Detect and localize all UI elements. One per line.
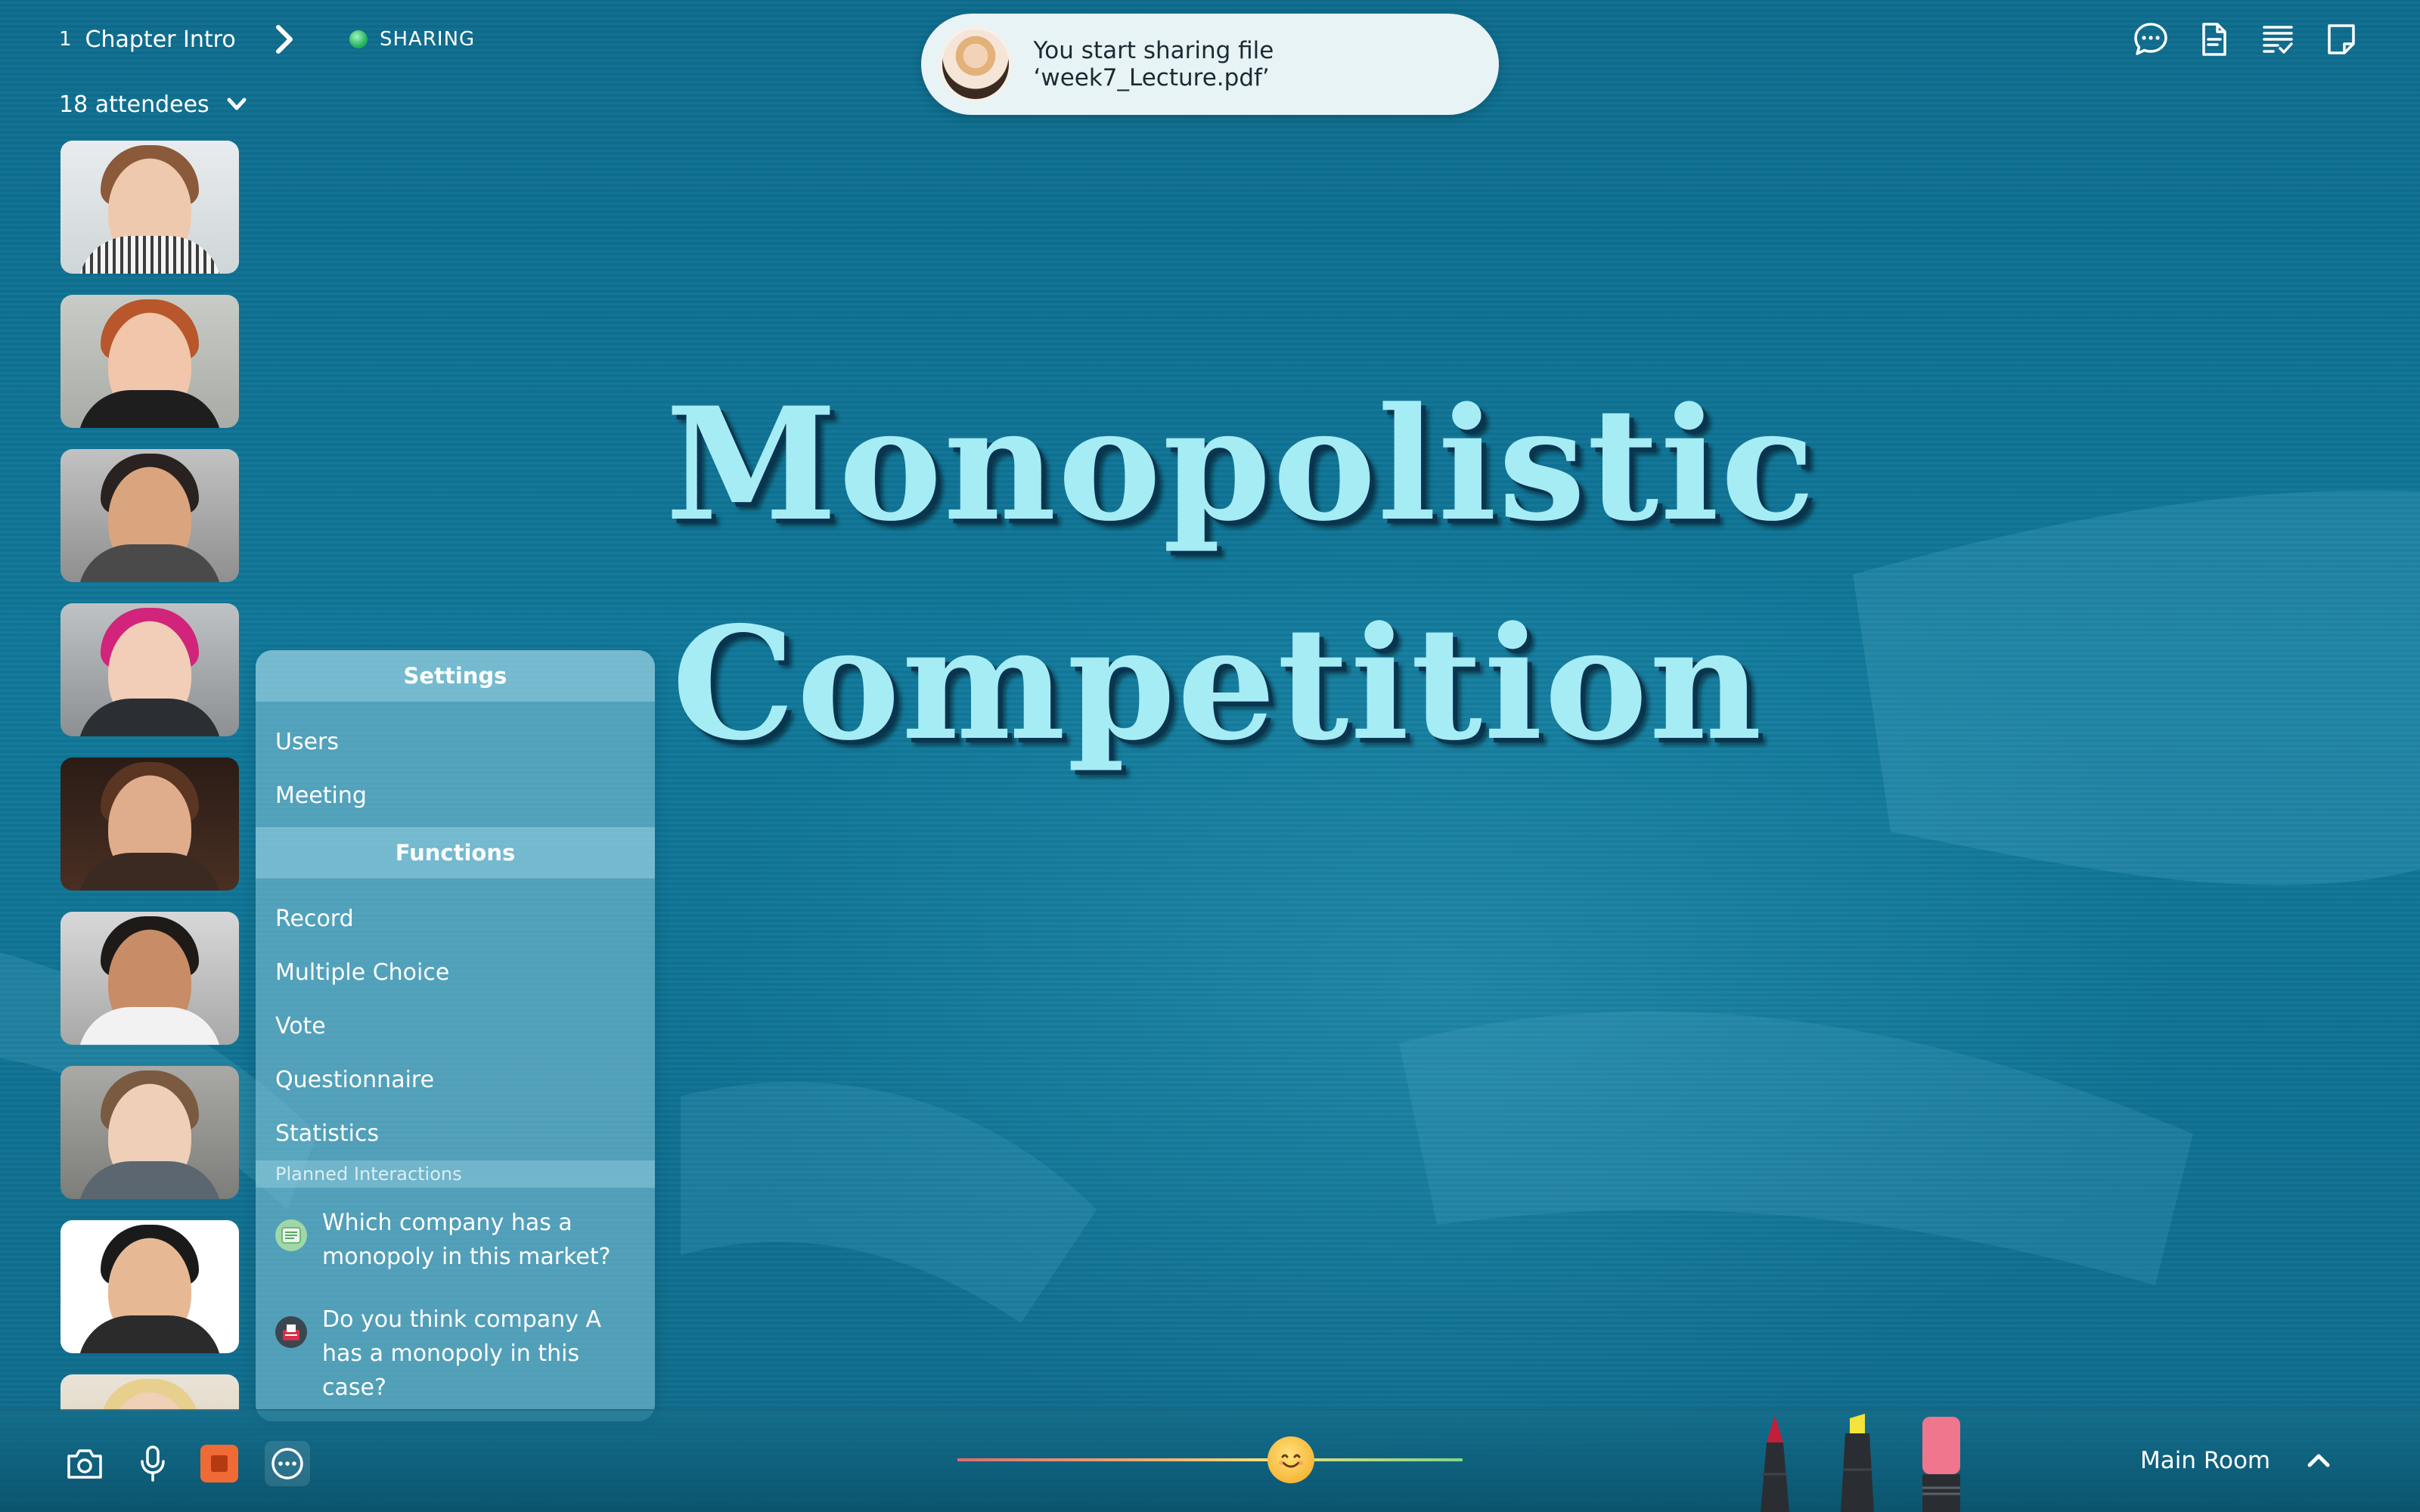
menu-item-record[interactable]: Record [256, 892, 655, 946]
chapter-nav[interactable]: 1 Chapter Intro [59, 23, 299, 56]
attendees-dropdown[interactable]: 18 attendees [59, 88, 249, 121]
record-button[interactable] [200, 1445, 238, 1483]
sharing-dot-icon [349, 30, 368, 48]
menu-item-meeting[interactable]: Meeting [256, 769, 655, 823]
yellow-highlighter-icon[interactable] [1835, 1414, 1882, 1512]
slide-title-line-2: Competition [672, 593, 1764, 775]
attendee-tile[interactable] [60, 758, 239, 891]
menu-item-statistics[interactable]: Statistics [256, 1107, 655, 1160]
attendee-tile[interactable] [60, 603, 239, 736]
camera-icon[interactable] [62, 1441, 107, 1486]
sharing-status: SHARING [349, 24, 475, 54]
menu-item-vote[interactable]: Vote [256, 999, 655, 1053]
sharing-toast: You start sharing file ‘week7_Lecture.pd… [921, 14, 1499, 115]
avatar [939, 26, 1013, 102]
list-icon [275, 1219, 307, 1251]
note-icon[interactable] [2323, 21, 2360, 57]
functions-heading: Functions [256, 827, 655, 878]
chapter-number: 1 [59, 28, 72, 51]
smile-emoji-icon[interactable] [1267, 1436, 1314, 1483]
more-button[interactable] [265, 1441, 310, 1486]
chevron-right-icon[interactable] [269, 23, 299, 56]
document-icon[interactable] [2196, 21, 2232, 57]
menu-item-questionnaire[interactable]: Questionnaire [256, 1053, 655, 1107]
attendee-tile[interactable] [60, 141, 239, 274]
menu-item-users[interactable]: Users [256, 715, 655, 769]
attendee-tile[interactable] [60, 1374, 239, 1411]
reaction-slider-track[interactable] [957, 1458, 1463, 1461]
slide-title: Monopolistic Competition [666, 355, 1817, 794]
planned-interaction-item[interactable]: Do you think company A has a monopoly in… [256, 1284, 655, 1401]
red-pen-icon[interactable] [1753, 1414, 1797, 1512]
slide-title-line-1: Monopolistic [666, 374, 1817, 556]
attendee-tile[interactable] [60, 1220, 239, 1353]
more-icon [271, 1448, 303, 1479]
chevron-down-icon[interactable] [225, 92, 249, 116]
toast-message: You start sharing file ‘week7_Lecture.pd… [1033, 37, 1274, 91]
attendee-tile[interactable] [60, 912, 239, 1045]
attendee-list [60, 141, 239, 1411]
attendee-tile[interactable] [60, 1066, 239, 1199]
planned-interaction-text: Do you think company A has a monopoly in… [322, 1306, 602, 1401]
checklist-icon[interactable] [2260, 21, 2296, 57]
top-toolbar [2133, 21, 2360, 57]
attendees-count: 18 attendees [59, 91, 209, 118]
planned-interactions-heading: Planned Interactions [256, 1160, 655, 1188]
menu-item-multiple-choice[interactable]: Multiple Choice [256, 946, 655, 999]
room-label[interactable]: Main Room [2140, 1447, 2270, 1474]
planned-interaction-item[interactable]: Which company has a monopoly in this mar… [256, 1188, 655, 1284]
settings-menu: Settings Users Meeting Functions Record … [256, 650, 655, 1421]
attendee-tile[interactable] [60, 449, 239, 582]
attendee-tile[interactable] [60, 295, 239, 428]
settings-heading: Settings [256, 650, 655, 702]
chapter-title: Chapter Intro [85, 26, 236, 53]
vote-icon [275, 1316, 307, 1348]
planned-interaction-text: Which company has a monopoly in this mar… [322, 1210, 611, 1270]
chevron-up-icon[interactable] [2304, 1445, 2334, 1476]
microphone-icon[interactable] [130, 1441, 175, 1486]
record-icon [211, 1455, 228, 1472]
pink-eraser-icon[interactable] [1918, 1414, 1965, 1512]
sharing-label: SHARING [380, 28, 476, 51]
chat-icon[interactable] [2133, 21, 2169, 57]
